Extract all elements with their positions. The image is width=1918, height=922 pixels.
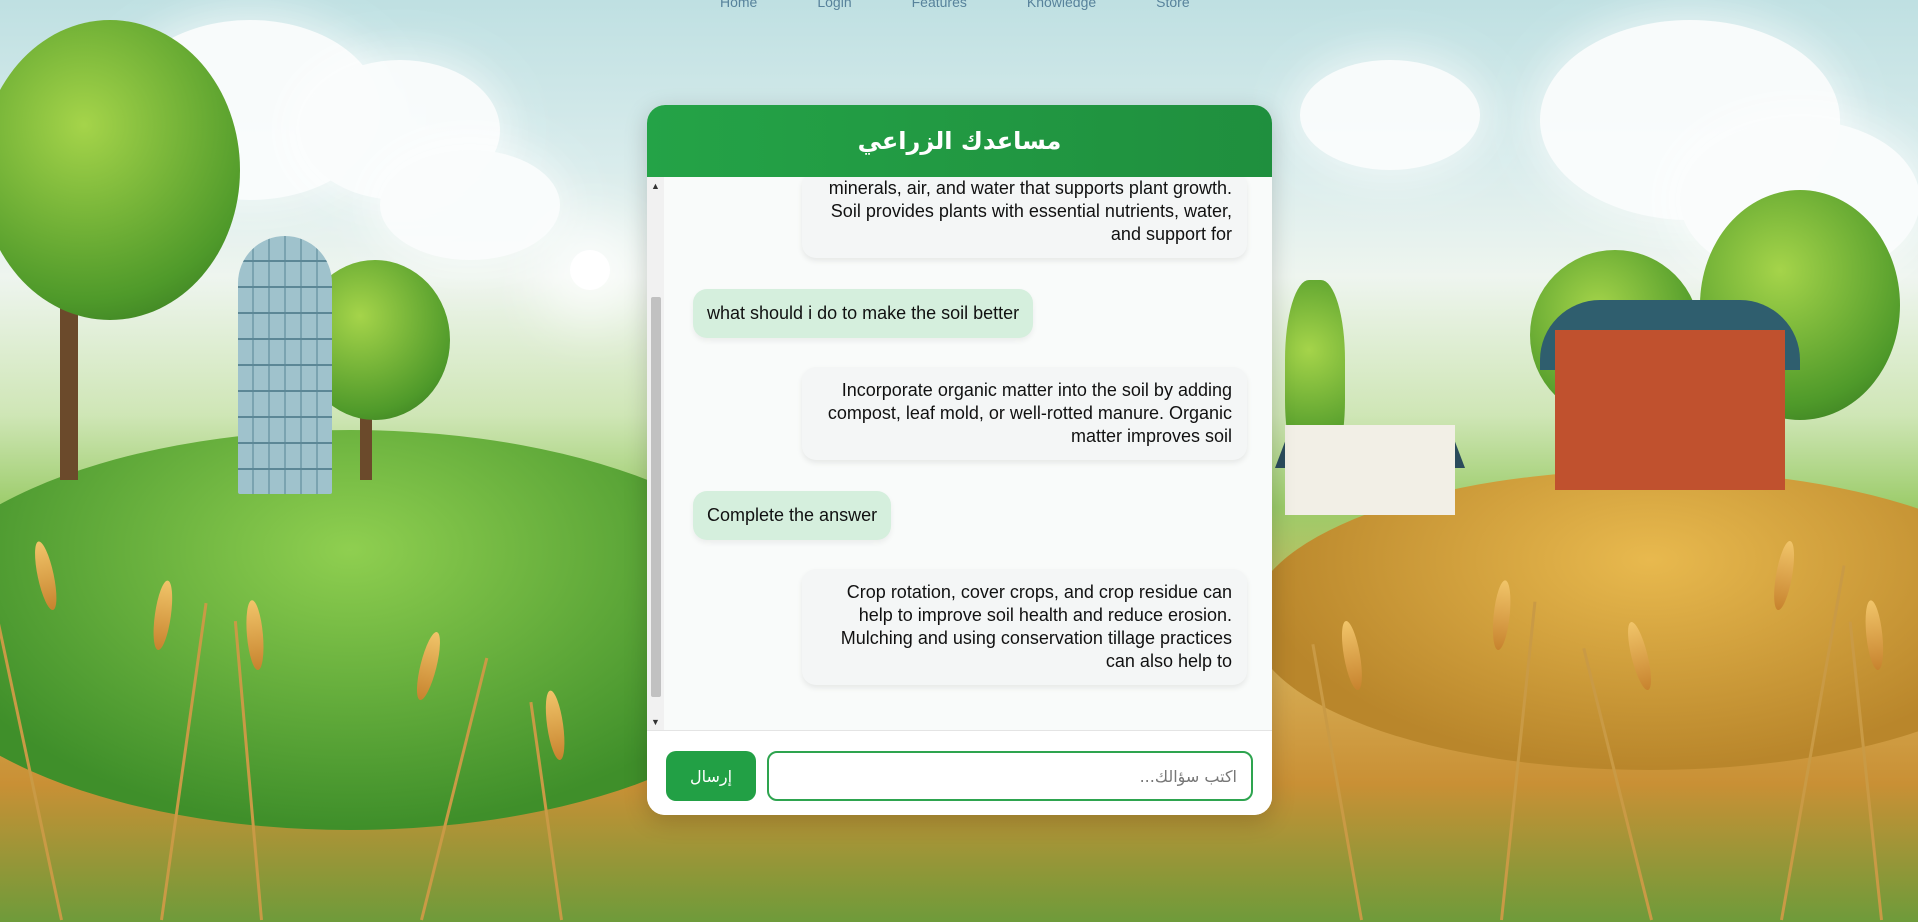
- nav-item-features[interactable]: Features: [912, 0, 967, 10]
- farmhouse: [1285, 425, 1455, 515]
- nav-item-knowledge[interactable]: Knowledge: [1027, 0, 1096, 10]
- chat-header: مساعدك الزراعي: [647, 105, 1272, 177]
- chat-window: مساعدك الزراعي ▲ ▼ minerals, air, and wa…: [647, 105, 1272, 815]
- send-button[interactable]: إرسال: [666, 751, 756, 801]
- silo: [238, 236, 332, 494]
- user-message: Complete the answer: [693, 491, 892, 540]
- sun: [570, 250, 610, 290]
- message-list[interactable]: ▲ ▼ minerals, air, and water that suppor…: [647, 177, 1272, 730]
- red-barn: [1555, 330, 1785, 490]
- scroll-up-arrow-icon[interactable]: ▲: [647, 177, 664, 194]
- bot-message: minerals, air, and water that supports p…: [802, 177, 1247, 258]
- input-bar: إرسال: [647, 730, 1272, 815]
- user-message: what should i do to make the soil better: [693, 289, 1034, 338]
- scroll-down-arrow-icon[interactable]: ▼: [647, 713, 664, 730]
- chat-title: مساعدك الزراعي: [857, 127, 1062, 155]
- nav-item-login[interactable]: Login: [817, 0, 851, 10]
- nav-item-home[interactable]: Home: [720, 0, 757, 10]
- question-input[interactable]: [767, 751, 1253, 801]
- bot-message: Incorporate organic matter into the soil…: [802, 367, 1247, 460]
- bot-message: Crop rotation, cover crops, and crop res…: [802, 569, 1247, 685]
- scrollbar[interactable]: ▲ ▼: [647, 177, 664, 730]
- scroll-thumb[interactable]: [651, 297, 661, 697]
- nav-item-store[interactable]: Store: [1156, 0, 1189, 10]
- top-nav: Home Login Features Knowledge Store: [720, 0, 1190, 10]
